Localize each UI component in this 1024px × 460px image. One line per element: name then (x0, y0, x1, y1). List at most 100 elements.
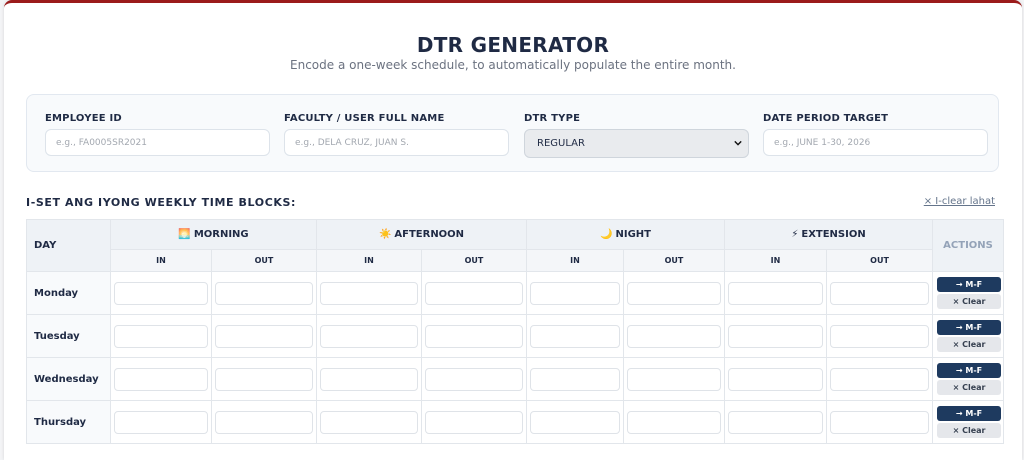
night-in-input[interactable] (530, 324, 620, 348)
afternoon-out-input[interactable] (425, 324, 523, 348)
time-cell (211, 357, 317, 401)
weekly-blocks-label: I-SET ANG IYONG WEEKLY TIME BLOCKS: (26, 196, 297, 209)
time-cell (826, 271, 934, 315)
clear-row-button[interactable]: × Clear (937, 294, 1002, 309)
night-out-input[interactable] (627, 324, 722, 348)
extension-out-input[interactable] (830, 324, 930, 348)
afternoon-column-header: ☀️ AFTERNOON (316, 219, 527, 250)
morning-in-input[interactable] (114, 367, 208, 391)
full-name-input[interactable] (284, 129, 509, 156)
lightning-icon: ⚡ (791, 229, 799, 240)
time-cell (110, 400, 212, 444)
night-out-input[interactable] (627, 410, 722, 434)
extension-column-header: ⚡ EXTENSION (724, 219, 934, 250)
time-cell (316, 271, 422, 315)
time-cell (110, 357, 212, 401)
extension-label: EXTENSION (801, 229, 866, 240)
extension-in-input[interactable] (728, 367, 824, 391)
time-cell (211, 400, 317, 444)
morning-in-input[interactable] (114, 324, 208, 348)
extension-out-input[interactable] (830, 367, 930, 391)
night-in-input[interactable] (530, 367, 620, 391)
row-actions: → M-F × Clear (932, 271, 1005, 315)
time-cell (110, 271, 212, 315)
afternoon-out-input[interactable] (425, 281, 523, 305)
clear-row-button[interactable]: × Clear (937, 423, 1002, 438)
full-name-field: FACULTY / USER FULL NAME (284, 112, 509, 156)
afternoon-in-input[interactable] (320, 410, 418, 434)
night-in-input[interactable] (530, 410, 620, 434)
date-period-field: DATE PERIOD TARGET (763, 112, 988, 156)
day-name: Thursday (26, 400, 111, 444)
morning-out-input[interactable] (215, 324, 313, 348)
afternoon-out-input[interactable] (425, 410, 523, 434)
sun-icon: ☀️ (378, 229, 392, 240)
time-cell (724, 400, 828, 444)
dtr-type-select[interactable]: REGULAR (524, 129, 749, 158)
extension-out-header: OUT (826, 249, 934, 272)
page-subtitle: Encode a one-week schedule, to automatic… (290, 58, 736, 72)
time-cell (526, 400, 624, 444)
morning-out-input[interactable] (215, 410, 313, 434)
full-name-label: FACULTY / USER FULL NAME (284, 113, 445, 124)
weekly-schedule-table: DAY 🌅 MORNING ☀️ AFTERNOON 🌙 NIGHT ⚡ EXTENSI… (26, 219, 1005, 444)
time-cell (526, 357, 624, 401)
time-cell (110, 314, 212, 358)
extension-in-input[interactable] (728, 281, 824, 305)
time-cell (724, 357, 828, 401)
clear-row-button[interactable]: × Clear (937, 337, 1002, 352)
morning-label: MORNING (193, 229, 249, 240)
night-in-header: IN (526, 249, 624, 272)
extension-in-input[interactable] (728, 324, 824, 348)
copy-to-weekdays-button[interactable]: → M-F (937, 363, 1002, 378)
clear-row-button[interactable]: × Clear (937, 380, 1002, 395)
table-row: Tuesday → M-F × Clear (26, 314, 1005, 358)
afternoon-out-input[interactable] (425, 367, 523, 391)
time-cell (421, 271, 527, 315)
dtr-type-field: DTR TYPE REGULAR (524, 112, 749, 158)
day-name: Monday (26, 271, 111, 315)
time-cell (826, 357, 934, 401)
time-cell (826, 400, 934, 444)
row-actions: → M-F × Clear (932, 400, 1005, 444)
morning-out-input[interactable] (215, 367, 313, 391)
time-cell (826, 314, 934, 358)
night-out-input[interactable] (627, 281, 722, 305)
dtr-type-selected-value: REGULAR (537, 138, 585, 149)
morning-out-input[interactable] (215, 281, 313, 305)
sunrise-icon: 🌅 (178, 229, 191, 240)
copy-to-weekdays-button[interactable]: → M-F (937, 320, 1002, 335)
time-cell (211, 314, 317, 358)
time-cell (421, 314, 527, 358)
time-cell (622, 314, 726, 358)
morning-in-input[interactable] (114, 410, 208, 434)
afternoon-in-input[interactable] (320, 324, 418, 348)
morning-in-input[interactable] (114, 281, 208, 305)
night-column-header: 🌙 NIGHT (525, 219, 726, 250)
copy-to-weekdays-button[interactable]: → M-F (937, 277, 1002, 292)
afternoon-in-input[interactable] (320, 281, 418, 305)
time-cell (526, 314, 624, 358)
employee-id-input[interactable] (45, 129, 270, 156)
time-cell (316, 400, 422, 444)
day-name: Tuesday (26, 314, 111, 358)
chevron-down-icon (734, 140, 742, 146)
extension-out-input[interactable] (830, 281, 930, 305)
clear-all-link[interactable]: × I-clear lahat (924, 196, 995, 207)
time-cell (316, 314, 422, 358)
time-cell (421, 357, 527, 401)
date-period-input[interactable] (763, 129, 988, 156)
employee-info-panel: EMPLOYEE ID FACULTY / USER FULL NAME DTR… (26, 94, 999, 172)
extension-in-input[interactable] (728, 410, 824, 434)
moon-icon: 🌙 (600, 229, 613, 240)
extension-in-header: IN (724, 249, 828, 272)
time-cell (211, 271, 317, 315)
afternoon-in-input[interactable] (320, 367, 418, 391)
time-cell (622, 357, 726, 401)
copy-to-weekdays-button[interactable]: → M-F (937, 406, 1002, 421)
night-out-input[interactable] (627, 367, 722, 391)
morning-column-header: 🌅 MORNING (110, 219, 317, 250)
night-in-input[interactable] (530, 281, 620, 305)
employee-id-field: EMPLOYEE ID (45, 112, 270, 156)
extension-out-input[interactable] (830, 410, 930, 434)
